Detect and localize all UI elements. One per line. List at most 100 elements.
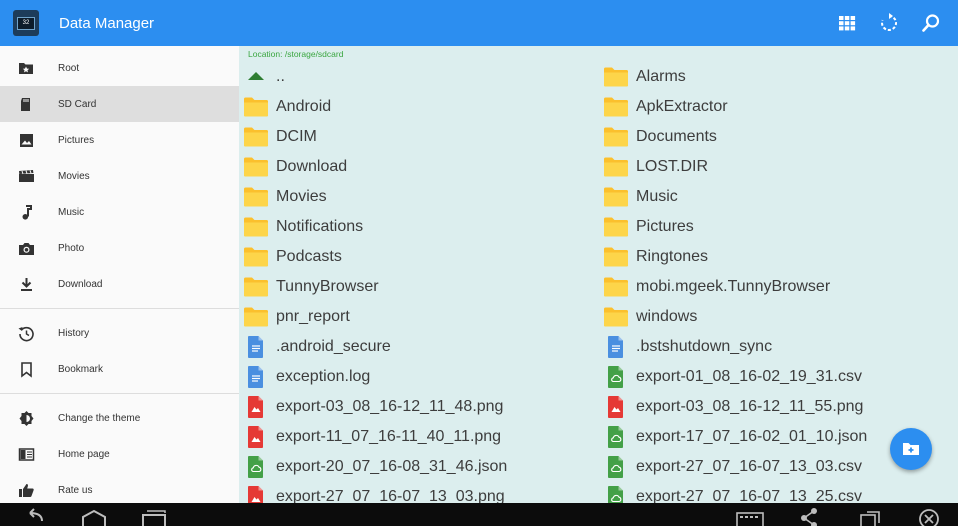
- file-item[interactable]: exception.log: [243, 362, 370, 392]
- folder-item[interactable]: mobi.mgeek.TunnyBrowser: [603, 272, 830, 302]
- sidebar-item-rate-us[interactable]: Rate us: [0, 472, 239, 503]
- file-icon-wrap: [243, 155, 269, 179]
- file-name: ApkExtractor: [636, 98, 728, 115]
- file-item[interactable]: export-03_08_16-12_11_48.png: [243, 392, 503, 422]
- image-file-icon: [248, 486, 263, 503]
- folder-icon: [604, 277, 628, 297]
- sidebar-item-music[interactable]: Music: [0, 194, 239, 230]
- sidebar-item-bookmark[interactable]: Bookmark: [0, 351, 239, 387]
- sidebar-item-change-the-theme[interactable]: Change the theme: [0, 400, 239, 436]
- refresh-button[interactable]: [868, 0, 910, 46]
- sidebar-item-pictures[interactable]: Pictures: [0, 122, 239, 158]
- sidebar-item-sd-card[interactable]: SD Card: [0, 86, 239, 122]
- data-file-icon: [608, 456, 623, 478]
- folder-item[interactable]: Pictures: [603, 212, 694, 242]
- download-icon-wrap: [16, 274, 36, 294]
- file-icon-wrap: [243, 425, 269, 449]
- file-name: export-03_08_16-12_11_55.png: [636, 398, 864, 415]
- file-item[interactable]: export-27_07_16-07_13_25.csv: [603, 482, 862, 503]
- back-button[interactable]: [22, 505, 46, 526]
- folder-icon: [604, 247, 628, 267]
- file-name: DCIM: [276, 128, 317, 145]
- file-name: LOST.DIR: [636, 158, 709, 175]
- file-icon-wrap: [603, 125, 629, 149]
- camera-icon: [18, 242, 34, 255]
- data-file-icon: [248, 456, 263, 478]
- search-icon: [922, 14, 940, 32]
- bookmark-icon-wrap: [16, 359, 36, 379]
- folder-icon: [244, 187, 268, 207]
- folder-item[interactable]: Music: [603, 182, 678, 212]
- sidebar-item-label: Root: [58, 62, 80, 74]
- file-item[interactable]: export-03_08_16-12_11_55.png: [603, 392, 863, 422]
- file-icon-wrap: [243, 335, 269, 359]
- file-icon-wrap: [603, 275, 629, 299]
- grid-view-button[interactable]: [826, 0, 868, 46]
- folder-item[interactable]: TunnyBrowser: [243, 272, 379, 302]
- folder-item[interactable]: DCIM: [243, 122, 317, 152]
- file-name: ..: [276, 68, 285, 85]
- file-name: export-17_07_16-02_01_10.json: [636, 428, 868, 445]
- folder-item[interactable]: pnr_report: [243, 302, 350, 332]
- folder-item[interactable]: Notifications: [243, 212, 363, 242]
- file-item[interactable]: export-20_07_16-08_31_46.json: [243, 452, 507, 482]
- file-name: Pictures: [636, 218, 694, 235]
- image-file-icon: [248, 396, 263, 418]
- file-item[interactable]: export-27_07_16-07_13_03.csv: [603, 452, 862, 482]
- sidebar-item-label: SD Card: [58, 98, 97, 110]
- keyboard-button[interactable]: [735, 505, 765, 526]
- folder-item[interactable]: Ringtones: [603, 242, 708, 272]
- folder-item[interactable]: windows: [603, 302, 697, 332]
- file-item[interactable]: export-17_07_16-02_01_10.json: [603, 422, 867, 452]
- sidebar-item-photo[interactable]: Photo: [0, 230, 239, 266]
- file-icon-wrap: [243, 275, 269, 299]
- folder-item[interactable]: ApkExtractor: [603, 92, 728, 122]
- file-item[interactable]: export-01_08_16-02_19_31.csv: [603, 362, 862, 392]
- file-name: Podcasts: [276, 248, 342, 265]
- file-item[interactable]: .android_secure: [243, 332, 391, 362]
- sidebar-item-label: Rate us: [58, 484, 93, 496]
- image-file-icon: [608, 396, 623, 418]
- sidebar-item-download[interactable]: Download: [0, 266, 239, 302]
- rotate-screen-button[interactable]: [858, 505, 882, 526]
- history-icon: [18, 326, 34, 341]
- app-window: 32 Data Manager Root SD Card Pictures Mo…: [0, 0, 958, 526]
- sidebar-item-label: Download: [58, 278, 103, 290]
- file-item[interactable]: .bstshutdown_sync: [603, 332, 772, 362]
- folder-item[interactable]: Android: [243, 92, 331, 122]
- thumbs-up-icon-wrap: [16, 480, 36, 500]
- recents-button[interactable]: [140, 505, 168, 526]
- parent-directory-item[interactable]: ..: [243, 62, 285, 92]
- search-button[interactable]: [910, 0, 952, 46]
- rotate-screen-icon: [860, 511, 880, 526]
- sidebar-item-history[interactable]: History: [0, 315, 239, 351]
- file-item[interactable]: export-27_07_16-07_13_03.png: [243, 482, 505, 503]
- share-button[interactable]: [798, 505, 820, 526]
- file-name: export-01_08_16-02_19_31.csv: [636, 368, 862, 385]
- file-icon-wrap: [243, 485, 269, 503]
- folder-item[interactable]: Podcasts: [243, 242, 342, 272]
- close-button[interactable]: [917, 505, 941, 526]
- folder-icon: [604, 67, 628, 87]
- new-folder-icon: [903, 443, 919, 455]
- home-button[interactable]: [80, 505, 108, 526]
- file-icon-wrap: [603, 395, 629, 419]
- sidebar-item-root[interactable]: Root: [0, 50, 239, 86]
- folder-icon: [244, 127, 268, 147]
- image-icon-wrap: [16, 130, 36, 150]
- file-name: pnr_report: [276, 308, 350, 325]
- file-item[interactable]: export-11_07_16-11_40_11.png: [243, 422, 501, 452]
- sidebar-item-home-page[interactable]: Home page: [0, 436, 239, 472]
- folder-item[interactable]: Download: [243, 152, 347, 182]
- folder-item[interactable]: Alarms: [603, 62, 686, 92]
- folder-item[interactable]: Movies: [243, 182, 327, 212]
- file-name: TunnyBrowser: [276, 278, 379, 295]
- new-folder-button[interactable]: [890, 428, 932, 470]
- data-file-icon: [608, 486, 623, 503]
- folder-icon: [244, 217, 268, 237]
- keyboard-icon: [736, 512, 764, 526]
- folder-item[interactable]: Documents: [603, 122, 717, 152]
- folder-item[interactable]: LOST.DIR: [603, 152, 708, 182]
- document-icon: [248, 366, 263, 388]
- sidebar-item-movies[interactable]: Movies: [0, 158, 239, 194]
